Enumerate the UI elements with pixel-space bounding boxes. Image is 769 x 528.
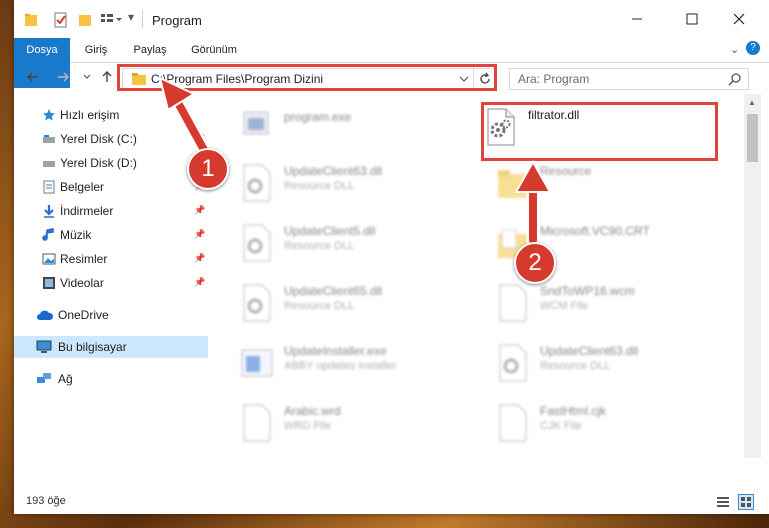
step-2-badge: 2 bbox=[514, 242, 556, 284]
arrow-2-icon bbox=[514, 159, 552, 247]
arrow-1-icon bbox=[158, 76, 211, 157]
annotation-arrows bbox=[158, 76, 552, 247]
step-1-badge: 1 bbox=[187, 148, 229, 190]
